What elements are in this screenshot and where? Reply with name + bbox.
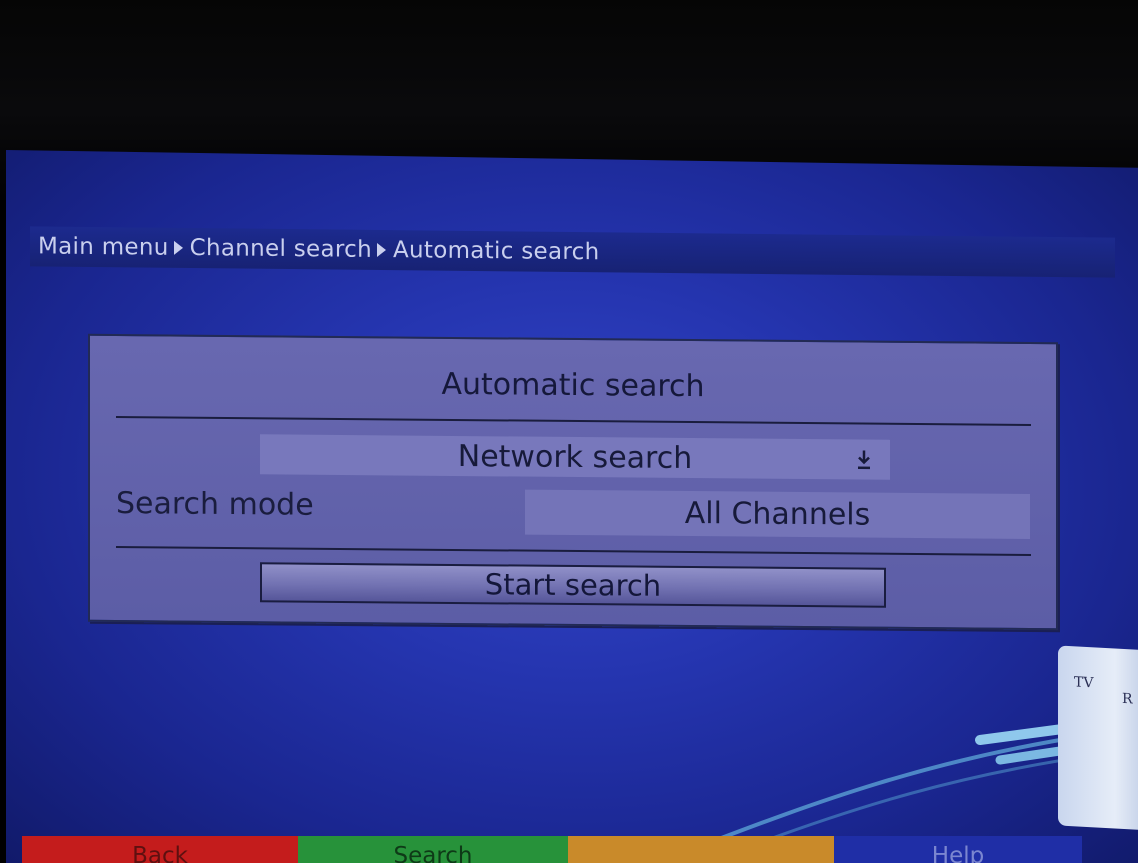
help-label: Help: [931, 843, 985, 863]
breadcrumb-item-automatic-search: Automatic search: [392, 237, 600, 266]
color-key-bar: Back Search Help: [22, 836, 1082, 863]
breadcrumb-separator-icon: [173, 240, 183, 255]
start-search-button[interactable]: Start search: [260, 562, 886, 608]
search-mode-label: Search mode: [116, 486, 314, 523]
search-mode-value: All Channels: [684, 495, 871, 533]
network-search-select[interactable]: Network search: [260, 434, 890, 480]
socket-r-label: R: [1122, 690, 1133, 708]
title-divider: [116, 416, 1031, 426]
tv-screen: Main menu Channel search Automatic searc…: [0, 0, 1138, 863]
socket-tv-label: TV: [1074, 674, 1094, 692]
yellow-key-button[interactable]: [568, 836, 834, 863]
search-label: Search: [393, 843, 473, 863]
network-search-value: Network search: [457, 438, 693, 476]
wall-socket-illustration: TV R: [1058, 645, 1138, 831]
download-arrow-icon: [858, 450, 870, 470]
start-search-label: Start search: [484, 567, 662, 603]
automatic-search-dialog: Automatic search Network search Search m…: [88, 333, 1058, 631]
breadcrumb-item-channel-search[interactable]: Channel search: [190, 235, 372, 263]
breadcrumb-item-main-menu[interactable]: Main menu: [38, 233, 169, 260]
breadcrumb-separator-icon: [376, 242, 386, 258]
back-label: Back: [132, 843, 188, 863]
search-mode-select[interactable]: All Channels: [525, 489, 1030, 539]
button-divider: [116, 546, 1031, 556]
search-button[interactable]: Search: [298, 836, 568, 863]
help-button[interactable]: Help: [834, 836, 1082, 863]
dialog-title: Automatic search: [441, 366, 705, 405]
back-button[interactable]: Back: [22, 836, 298, 863]
